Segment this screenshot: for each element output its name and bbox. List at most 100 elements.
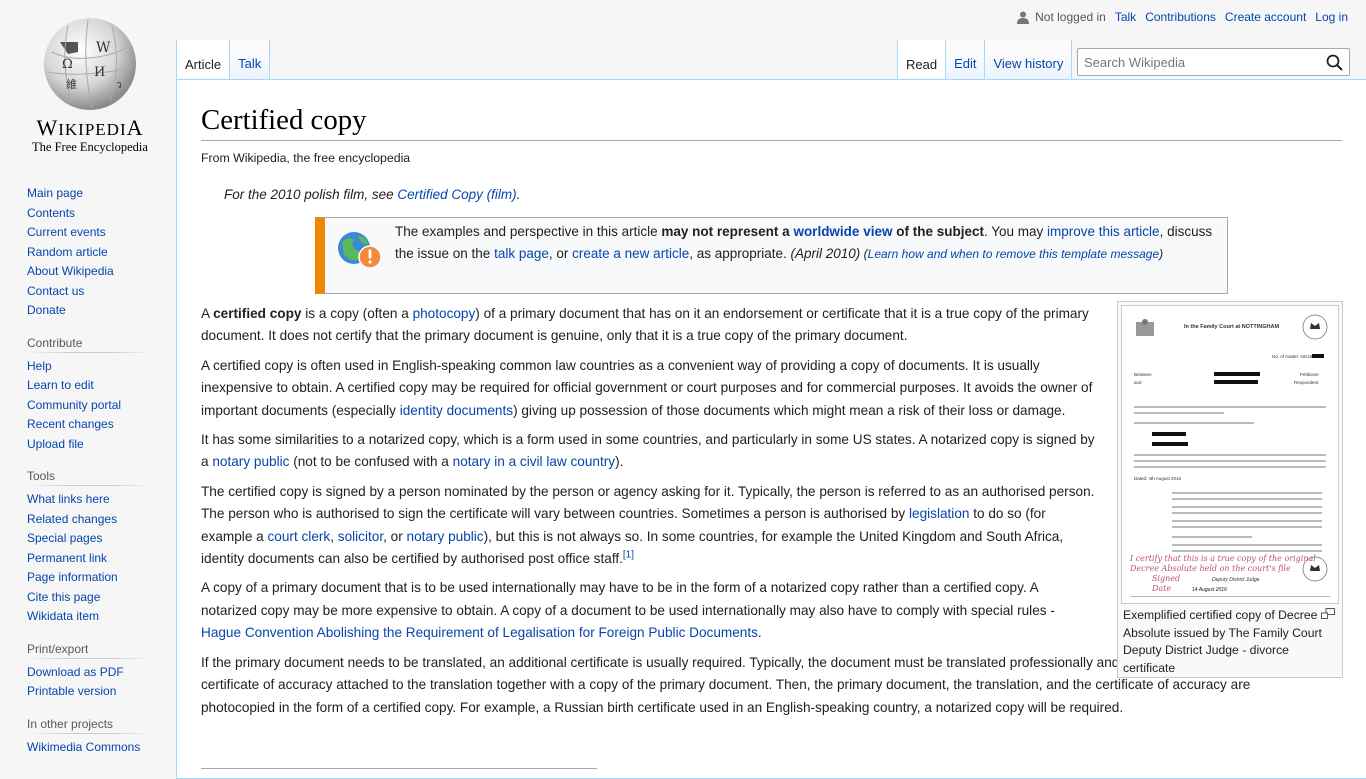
tab-edit[interactable]: Edit — [946, 40, 986, 80]
sidebar-heading-tools: Tools — [27, 469, 152, 486]
sidebar: Main page Contents Current events Random… — [0, 176, 176, 772]
sidebar-item-learn-to-edit[interactable]: Learn to edit — [27, 378, 94, 392]
tab-edit-label[interactable]: Edit — [954, 56, 976, 71]
wikipedia-logo[interactable]: W Ω И 維 ว WIKIPEDIA The Free Encyclopedi… — [20, 12, 160, 162]
globalize-notice-box: The examples and perspective in this art… — [315, 217, 1228, 294]
improve-article-link[interactable]: improve this article — [1047, 224, 1160, 239]
paragraph: The certified copy is signed by a person… — [201, 481, 1096, 571]
hatnote-suffix: . — [516, 187, 521, 202]
sidebar-item-current-events[interactable]: Current events — [27, 225, 106, 239]
tab-read[interactable]: Read — [897, 40, 947, 80]
paragraph: A copy of a primary document that is to … — [201, 577, 1096, 644]
svg-text:ว: ว — [116, 80, 122, 91]
sidebar-item-what-links-here[interactable]: What links here — [27, 492, 110, 506]
paragraph: It has some similarities to a notarized … — [201, 429, 1096, 474]
tab-article-label: Article — [185, 57, 222, 72]
reference-1-link[interactable]: [1] — [623, 550, 634, 561]
sidebar-item-donate[interactable]: Donate — [27, 303, 66, 317]
doc-handwriting-3: Signed — [1152, 574, 1181, 583]
sidebar-item-contact-us[interactable]: Contact us — [27, 284, 84, 298]
sidebar-item-help[interactable]: Help — [27, 359, 52, 373]
thumbnail-caption: Exemplified certified copy of Decree Abs… — [1121, 604, 1339, 677]
civil-law-notary-link[interactable]: notary in a civil law country — [453, 454, 615, 469]
decree-absolute-image[interactable]: In the Family Court at NOTTINGHAM No. of… — [1121, 305, 1339, 604]
sidebar-item-contents[interactable]: Contents — [27, 206, 75, 220]
notary-public-link-2[interactable]: notary public — [407, 529, 484, 544]
view-tabs: Read Edit View history — [897, 40, 1073, 80]
puzzle-globe-icon: W Ω И 維 ว — [44, 18, 136, 110]
search-input[interactable] — [1078, 49, 1318, 75]
sidebar-tools: Tools What links here Related changes Sp… — [27, 469, 176, 627]
sidebar-item-special-pages[interactable]: Special pages — [27, 531, 102, 545]
text: A — [201, 306, 214, 321]
talk-page-link[interactable]: talk page — [494, 246, 549, 261]
paragraph: A certified copy is a copy (often a phot… — [201, 303, 1096, 348]
learn-remove-template-link[interactable]: Learn how and when to remove this templa… — [868, 247, 1160, 261]
photocopy-link[interactable]: photocopy — [413, 306, 476, 321]
solicitor-link[interactable]: solicitor — [338, 529, 383, 544]
sidebar-item-page-information[interactable]: Page information — [27, 570, 118, 584]
hague-convention-link[interactable]: Hague Convention Abolishing the Requirem… — [201, 625, 758, 640]
legislation-link[interactable]: legislation — [909, 506, 969, 521]
sidebar-item-random-article[interactable]: Random article — [27, 245, 108, 259]
sidebar-print-export: Print/export Download as PDF Printable v… — [27, 641, 176, 702]
sidebar-item-recent-changes[interactable]: Recent changes — [27, 417, 114, 431]
svg-text:И: И — [94, 65, 105, 80]
sidebar-item-upload-file[interactable]: Upload file — [27, 437, 84, 451]
site-subtitle: From Wikipedia, the free encyclopedia — [201, 151, 411, 165]
doc-respondent: Respondent — [1294, 380, 1319, 385]
notice-text-1: The examples and perspective in this art… — [395, 224, 662, 239]
tab-talk-label[interactable]: Talk — [238, 56, 261, 71]
court-stamp-icon — [1302, 556, 1328, 582]
create-new-article-link[interactable]: create a new article — [572, 246, 689, 261]
text: (not to be confused with a — [289, 454, 453, 470]
sidebar-item-download-pdf[interactable]: Download as PDF — [27, 665, 124, 679]
not-logged-in-status: Not logged in — [1035, 10, 1106, 24]
user-talk-link[interactable]: Talk — [1115, 10, 1136, 24]
sidebar-item-printable-version[interactable]: Printable version — [27, 684, 116, 698]
create-account-link[interactable]: Create account — [1225, 10, 1306, 24]
tab-talk[interactable]: Talk — [230, 40, 271, 80]
search-icon[interactable] — [1326, 54, 1343, 71]
notice-paren-close: ) — [1159, 247, 1164, 261]
identity-documents-link[interactable]: identity documents — [400, 403, 513, 418]
logo-tagline: The Free Encyclopedia — [32, 140, 148, 154]
sidebar-contribute: Contribute Help Learn to edit Community … — [27, 335, 176, 455]
tab-article[interactable]: Article — [176, 40, 231, 80]
sidebar-item-cite-this-page[interactable]: Cite this page — [27, 590, 100, 604]
court-clerk-link[interactable]: court clerk — [268, 529, 331, 544]
sidebar-other-projects: In other projects Wikimedia Commons — [27, 716, 176, 758]
log-in-link[interactable]: Log in — [1315, 10, 1348, 24]
doc-petitioner: Petitioner — [1300, 372, 1320, 377]
article-content: Certified copy From Wikipedia, the free … — [176, 79, 1366, 779]
doc-signature-date: 14 August 2016 — [1192, 587, 1227, 593]
doc-handwriting-4: Date — [1152, 584, 1172, 593]
sidebar-item-wikidata-item[interactable]: Wikidata item — [27, 609, 99, 623]
section-divider — [201, 768, 597, 769]
notary-public-link[interactable]: notary public — [212, 454, 289, 469]
text: If the primary document needs to be tran… — [201, 654, 1262, 715]
doc-handwriting-1: I certify that this is a true copy of th… — [1130, 554, 1316, 563]
sidebar-item-community-portal[interactable]: Community portal — [27, 398, 121, 412]
sidebar-item-wikimedia-commons[interactable]: Wikimedia Commons — [27, 740, 140, 754]
notice-bold-1: may not represent a — [661, 224, 794, 239]
sidebar-item-main-page[interactable]: Main page — [27, 186, 83, 200]
sidebar-item-related-changes[interactable]: Related changes — [27, 512, 117, 526]
paragraph: A certified copy is often used in Englis… — [201, 355, 1096, 422]
sidebar-navigation: Main page Contents Current events Random… — [27, 184, 176, 321]
hatnote-film-link[interactable]: Certified Copy (film) — [397, 187, 516, 202]
worldwide-view-link[interactable]: worldwide view — [793, 224, 892, 239]
tab-view-history[interactable]: View history — [985, 40, 1073, 80]
sidebar-item-about-wikipedia[interactable]: About Wikipedia — [27, 264, 114, 278]
contributions-link[interactable]: Contributions — [1145, 10, 1216, 24]
notice-text-4: , or — [548, 246, 573, 261]
doc-and: and — [1134, 380, 1142, 385]
enlarge-icon[interactable] — [1321, 608, 1335, 619]
sidebar-item-permanent-link[interactable]: Permanent link — [27, 551, 107, 565]
tab-view-history-label[interactable]: View history — [993, 56, 1063, 71]
notice-text: The examples and perspective in this art… — [395, 218, 1227, 265]
svg-text:Ω: Ω — [62, 57, 73, 72]
text: ). — [615, 454, 624, 470]
court-seal-icon — [1302, 314, 1328, 340]
bold-term: certified copy — [213, 306, 302, 321]
